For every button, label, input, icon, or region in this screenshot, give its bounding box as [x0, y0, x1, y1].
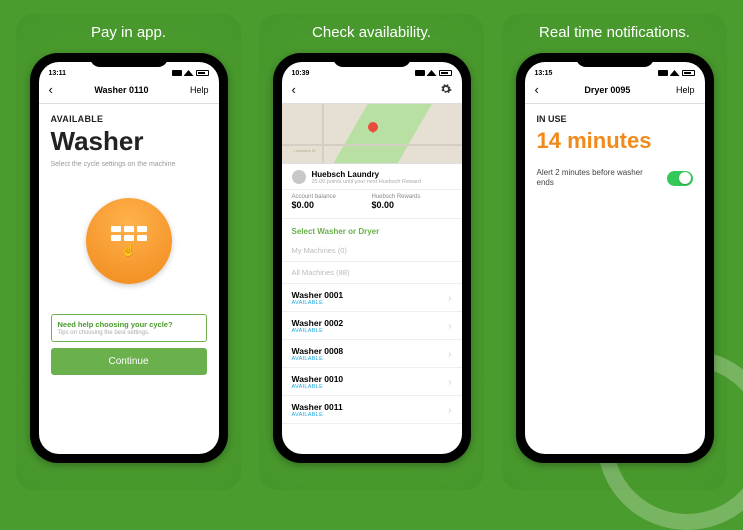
my-machines-row[interactable]: My Machines (0) — [282, 240, 462, 262]
location-subtitle: 25.00 points until your next Huebsch Rew… — [312, 179, 421, 185]
chevron-right-icon: › — [448, 405, 451, 416]
machine-status: AVAILABLE — [292, 300, 344, 306]
nav-bar: ‹ Washer 0110 Help — [39, 80, 219, 104]
chevron-right-icon: › — [448, 349, 451, 360]
machine-row[interactable]: Washer 0011AVAILABLE › — [282, 396, 462, 424]
time-remaining: 14 minutes — [537, 128, 693, 154]
battery-icon — [196, 70, 209, 76]
continue-button[interactable]: Continue — [51, 348, 207, 375]
clock: 13:15 — [535, 70, 553, 77]
panel-notifications: Real time notifications. 13:15 ‹ Dryer 0… — [502, 14, 727, 490]
notch — [90, 53, 168, 67]
machine-row[interactable]: Washer 0008AVAILABLE › — [282, 340, 462, 368]
alert-row: Alert 2 minutes before washer ends — [537, 168, 693, 188]
phone-frame: 13:11 ‹ Washer 0110 Help AVAILABLE Washe… — [30, 53, 228, 463]
machine-status: AVAILABLE — [292, 328, 344, 334]
machine-row[interactable]: Washer 0010AVAILABLE › — [282, 368, 462, 396]
help-subtitle: Tips on choosing the best settings. — [58, 330, 200, 336]
rewards-value: $0.00 — [372, 200, 452, 210]
signal-icon — [415, 70, 425, 76]
content: AVAILABLE Washer Select the cycle settin… — [39, 104, 219, 454]
nav-bar: ‹ Dryer 0095 Help — [525, 80, 705, 104]
clock: 13:11 — [49, 70, 67, 77]
panel-caption: Pay in app. — [91, 24, 166, 41]
screen-dryer-status: 13:15 ‹ Dryer 0095 Help IN USE 14 minute… — [525, 62, 705, 454]
balance-value: $0.00 — [292, 200, 372, 210]
machine-status: AVAILABLE — [51, 114, 207, 124]
panel-caption: Real time notifications. — [539, 24, 690, 41]
machine-name: Washer 0011 — [292, 402, 343, 412]
phone-frame: 13:15 ‹ Dryer 0095 Help IN USE 14 minute… — [516, 53, 714, 463]
notch — [333, 53, 411, 67]
chevron-right-icon: › — [448, 293, 451, 304]
panel-caption: Check availability. — [312, 24, 431, 41]
notch — [576, 53, 654, 67]
nav-bar: ‹ — [282, 80, 462, 104]
machine-list: Washer 0001AVAILABLE›Washer 0002AVAILABL… — [282, 284, 462, 424]
map-pin-icon — [368, 122, 378, 132]
map[interactable]: Louisiana St — [282, 104, 462, 164]
machine-status: AVAILABLE — [292, 356, 344, 362]
keypad-icon — [111, 226, 147, 241]
back-button[interactable]: ‹ — [535, 82, 539, 97]
machine-row[interactable]: Washer 0002AVAILABLE › — [282, 312, 462, 340]
machine-name: Washer 0008 — [292, 346, 344, 356]
machine-subtitle: Select the cycle settings on the machine — [51, 161, 207, 168]
signal-icon — [658, 70, 668, 76]
settings-button[interactable] — [440, 83, 452, 97]
help-button[interactable]: Help — [676, 85, 695, 95]
wifi-icon — [670, 70, 680, 76]
panel-availability: Check availability. 10:39 ‹ — [259, 14, 484, 490]
machine-name: Washer 0001 — [292, 290, 344, 300]
alert-toggle[interactable] — [667, 171, 693, 186]
phone-frame: 10:39 ‹ Louisiana St — [273, 53, 471, 463]
nav-title: Washer 0110 — [94, 85, 148, 95]
machine-name: Washer 0002 — [292, 318, 344, 328]
signal-icon — [172, 70, 182, 76]
help-title: Need help choosing your cycle? — [58, 320, 200, 329]
back-button[interactable]: ‹ — [49, 82, 53, 97]
location-row[interactable]: Huebsch Laundry 25.00 points until your … — [282, 164, 462, 190]
section-header: Select Washer or Dryer — [282, 219, 462, 240]
screen-machine-list: 10:39 ‹ Louisiana St — [282, 62, 462, 454]
machine-name: Washer 0010 — [292, 374, 344, 384]
back-button[interactable]: ‹ — [292, 82, 296, 97]
battery-icon — [439, 70, 452, 76]
help-button[interactable]: Help — [190, 85, 209, 95]
chevron-right-icon: › — [448, 377, 451, 388]
location-name: Huebsch Laundry — [312, 170, 421, 179]
content: IN USE 14 minutes Alert 2 minutes before… — [525, 104, 705, 454]
hand-icon: ☝ — [121, 243, 136, 257]
wifi-icon — [184, 70, 194, 76]
screen-washer-detail: 13:11 ‹ Washer 0110 Help AVAILABLE Washe… — [39, 62, 219, 454]
all-machines-row[interactable]: All Machines (88) — [282, 262, 462, 284]
machine-status: IN USE — [537, 114, 693, 124]
wifi-icon — [427, 70, 437, 76]
clock: 10:39 — [292, 70, 310, 77]
battery-icon — [682, 70, 695, 76]
nav-title: Dryer 0095 — [584, 85, 630, 95]
cycle-select-button[interactable]: ☝ — [86, 198, 172, 284]
machine-status: AVAILABLE — [292, 412, 343, 418]
location-icon — [292, 170, 306, 184]
panel-pay: Pay in app. 13:11 ‹ Washer 0110 Help AVA… — [16, 14, 241, 490]
alert-text: Alert 2 minutes before washer ends — [537, 168, 647, 188]
machine-row[interactable]: Washer 0001AVAILABLE › — [282, 284, 462, 312]
balance-row: Account balance $0.00 Huebsch Rewards $0… — [282, 190, 462, 219]
machine-status: AVAILABLE — [292, 384, 344, 390]
help-box[interactable]: Need help choosing your cycle? Tips on c… — [51, 314, 207, 342]
chevron-right-icon: › — [448, 321, 451, 332]
gear-icon — [440, 83, 452, 95]
machine-title: Washer — [51, 126, 207, 157]
